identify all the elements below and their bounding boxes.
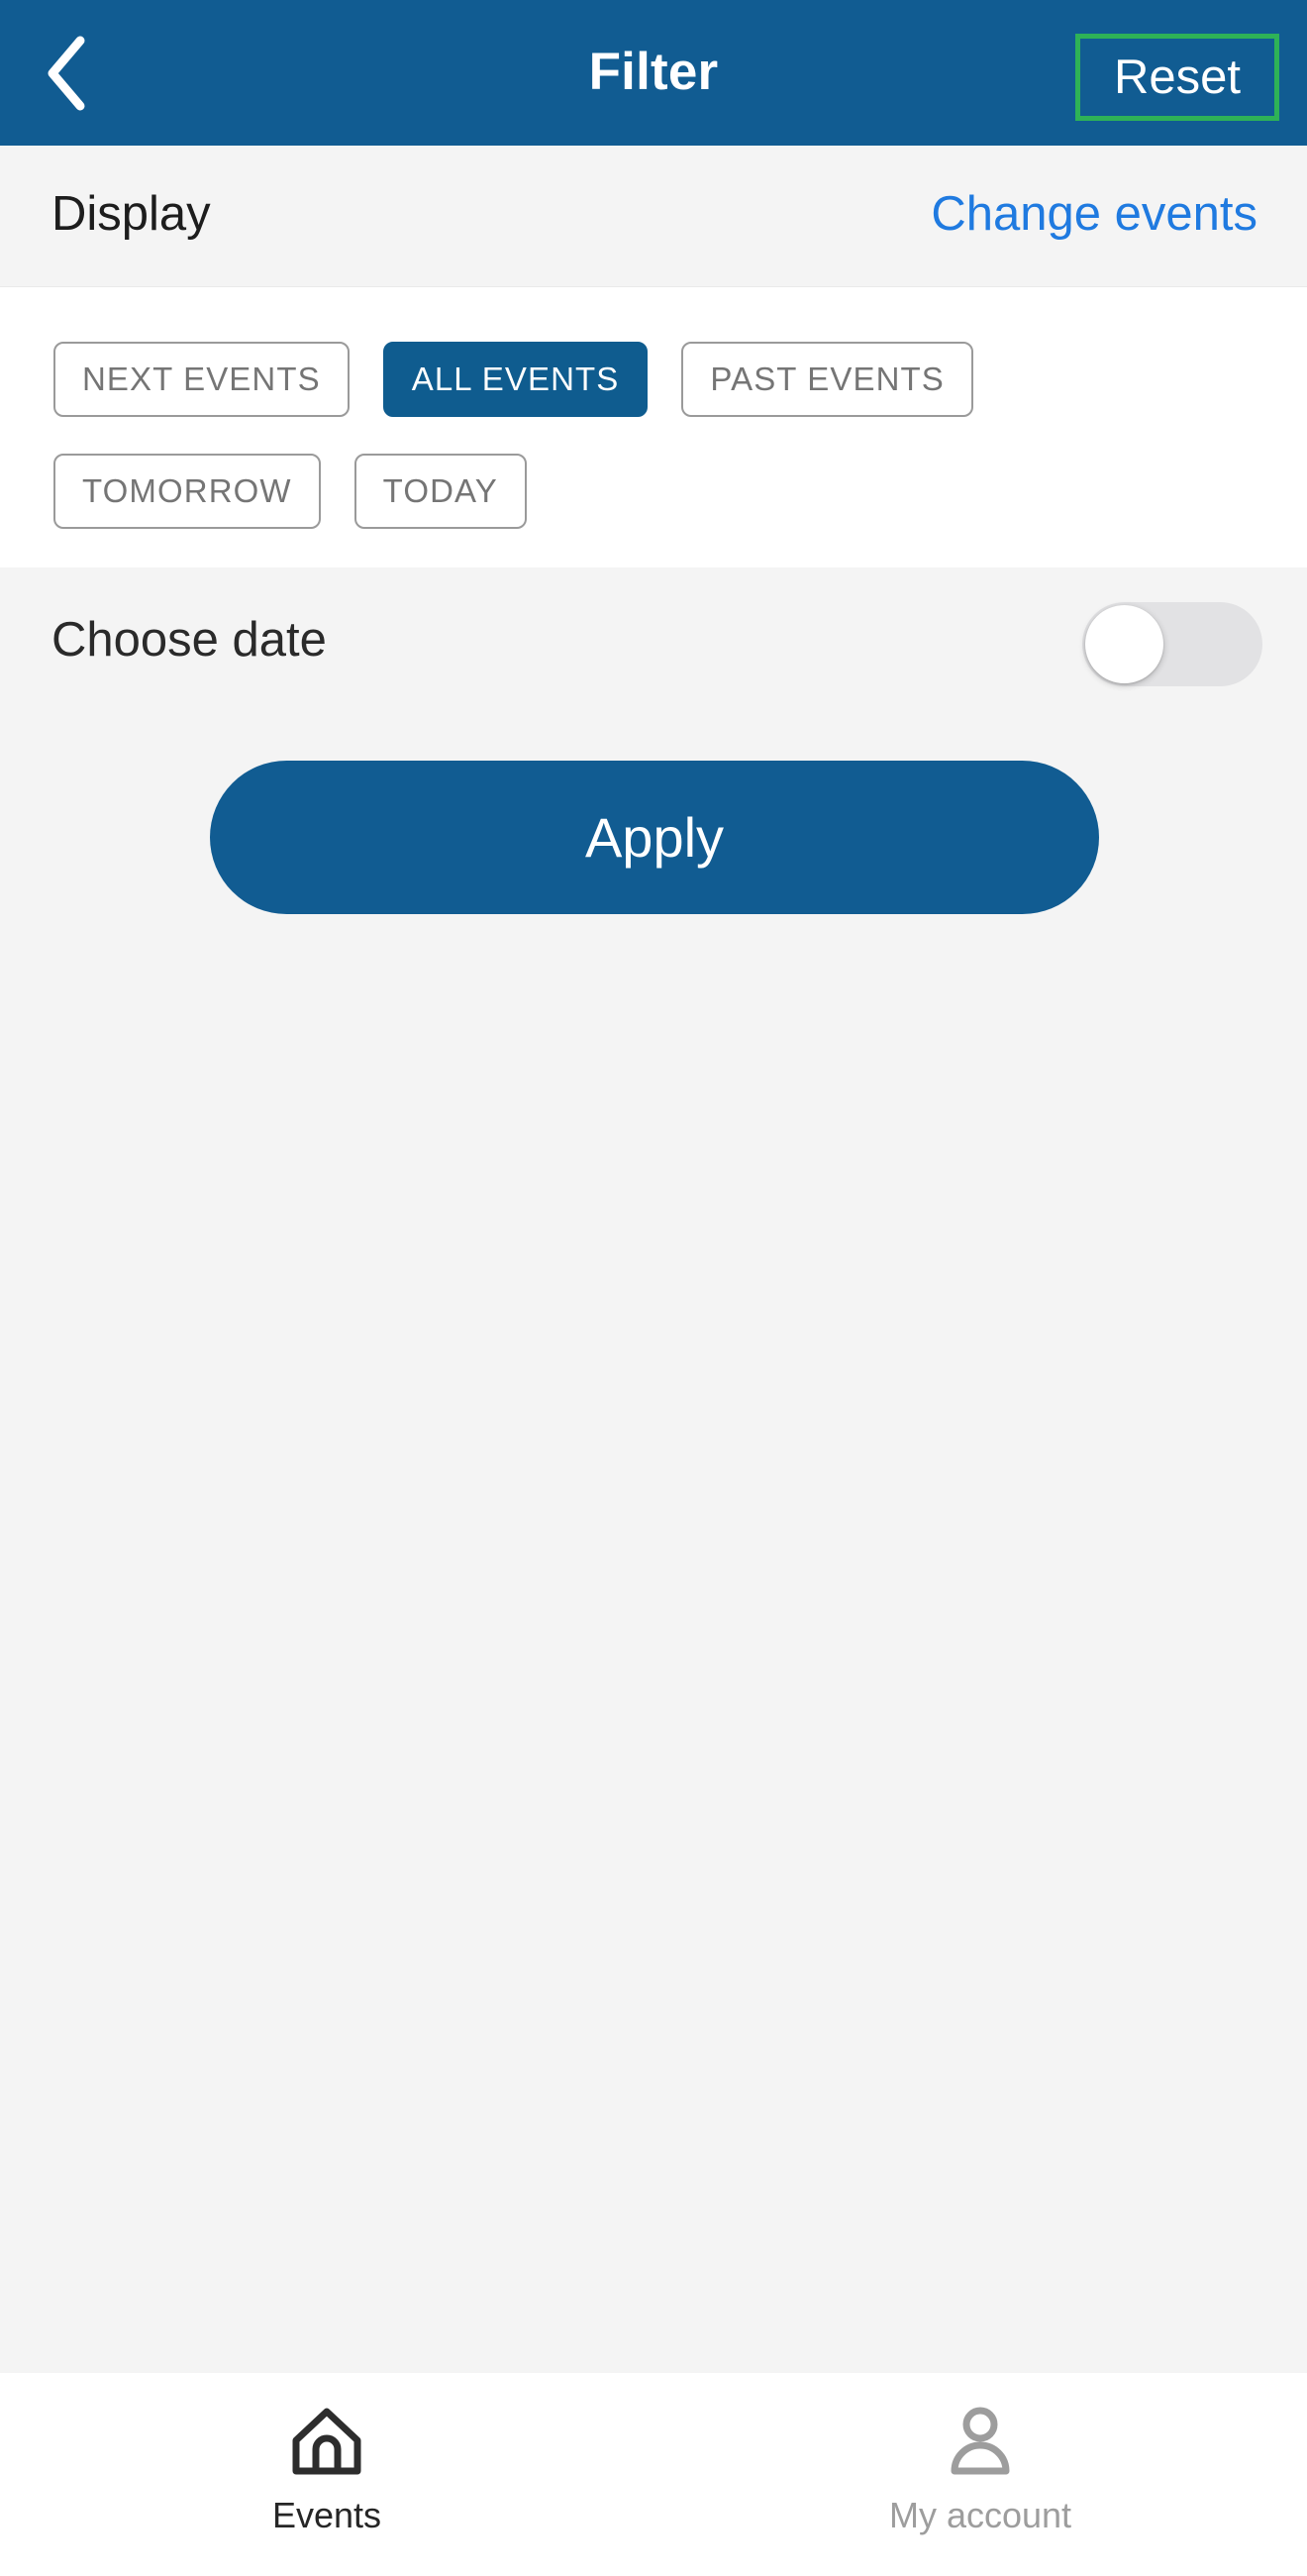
- chip-tomorrow[interactable]: TOMORROW: [53, 454, 321, 529]
- chip-past-events[interactable]: PAST EVENTS: [681, 342, 973, 417]
- filter-chip-row-1: NEXT EVENTS ALL EVENTS PAST EVENTS: [53, 342, 1007, 417]
- choose-date-row: Choose date: [0, 567, 1307, 713]
- chip-label: TOMORROW: [82, 472, 292, 509]
- chip-label: NEXT EVENTS: [82, 361, 321, 397]
- nav-item-my-account[interactable]: My account: [654, 2373, 1307, 2576]
- person-icon: [943, 2401, 1018, 2482]
- chip-label: PAST EVENTS: [710, 361, 945, 397]
- display-section-header: Display Change events: [0, 146, 1307, 287]
- filter-screen: Filter Reset Display Change events NEXT …: [0, 0, 1307, 2576]
- change-events-link[interactable]: Change events: [931, 179, 1257, 249]
- filter-chip-row-2: TOMORROW TODAY: [53, 454, 560, 529]
- choose-date-label: Choose date: [51, 613, 327, 667]
- reset-button[interactable]: Reset: [1075, 34, 1279, 121]
- nav-item-events[interactable]: Events: [0, 2373, 654, 2576]
- app-header: Filter Reset: [0, 0, 1307, 146]
- chip-today[interactable]: TODAY: [353, 454, 527, 529]
- nav-item-label: My account: [888, 2495, 1072, 2535]
- choose-date-toggle[interactable]: [1082, 602, 1262, 686]
- chip-label: TODAY: [382, 472, 498, 509]
- chip-label: ALL EVENTS: [411, 361, 620, 397]
- filter-chips-area: NEXT EVENTS ALL EVENTS PAST EVENTS TOMOR…: [0, 287, 1307, 567]
- apply-button[interactable]: Apply: [210, 761, 1099, 914]
- toggle-knob: [1085, 605, 1163, 683]
- home-icon: [289, 2401, 364, 2482]
- chip-next-events[interactable]: NEXT EVENTS: [53, 342, 350, 417]
- apply-button-label: Apply: [584, 805, 725, 869]
- filter-body: Choose date Apply: [0, 567, 1307, 2373]
- reset-button-label: Reset: [1113, 51, 1241, 104]
- nav-item-label: Events: [271, 2495, 382, 2535]
- display-label: Display: [51, 187, 211, 241]
- chip-all-events[interactable]: ALL EVENTS: [382, 342, 649, 417]
- bottom-navigation-bar: Events My account: [0, 2373, 1307, 2576]
